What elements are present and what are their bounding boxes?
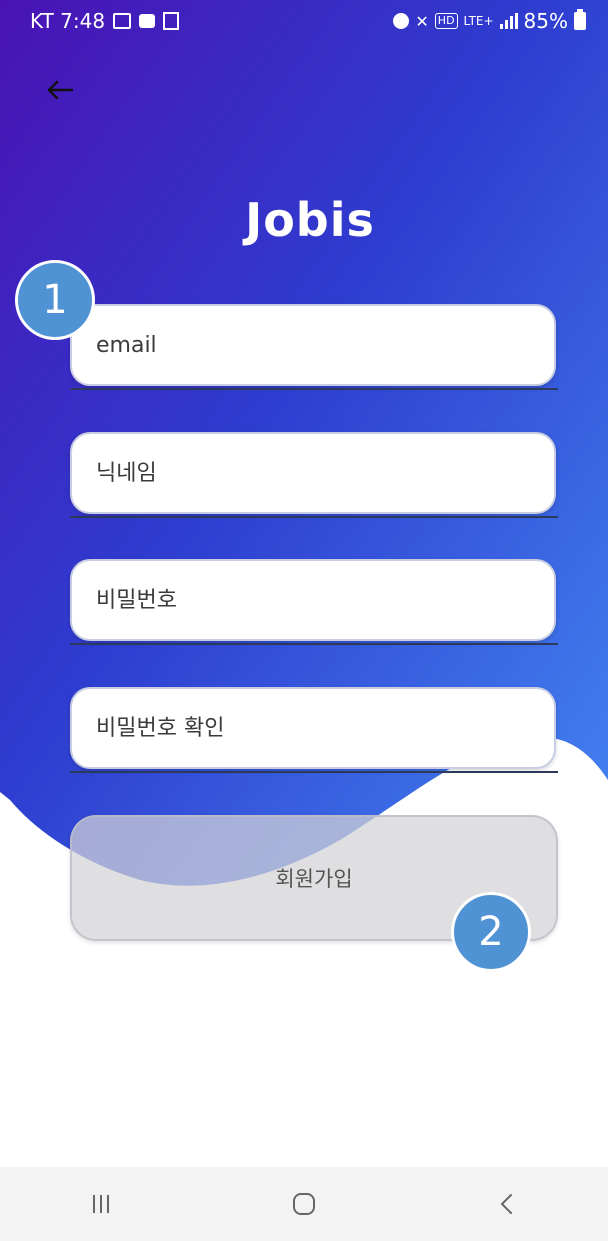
alarm-icon [393, 13, 410, 29]
network-type: LTE+ [463, 14, 494, 28]
recents-icon [93, 1195, 110, 1213]
nickname-input[interactable] [70, 432, 556, 514]
recents-button[interactable] [71, 1179, 131, 1229]
signup-screen: KT 7:48 ✕ HD LTE+ 85% Jobis 회원가입 1 [0, 0, 608, 1241]
home-button[interactable] [274, 1179, 334, 1229]
password-input[interactable] [70, 559, 556, 641]
document-notification-icon [163, 12, 180, 30]
mute-icon: ✕ [415, 11, 429, 31]
nickname-field-wrap [70, 432, 558, 518]
nav-back-icon [500, 1194, 512, 1214]
password-confirm-field-wrap [70, 687, 558, 773]
navigation-bar [0, 1167, 608, 1241]
password-field-wrap [70, 559, 558, 645]
battery-icon [574, 9, 586, 30]
password-confirm-input[interactable] [70, 687, 556, 769]
email-input[interactable] [70, 304, 556, 386]
annotation-badge-1: 1 [15, 260, 95, 340]
signal-icon [499, 13, 518, 29]
chat-notification-icon [139, 14, 156, 28]
arrow-left-icon [47, 80, 73, 100]
battery-percent: 85% [523, 9, 568, 33]
nav-back-button[interactable] [477, 1179, 537, 1229]
status-left: KT 7:48 [30, 9, 180, 33]
home-icon [292, 1193, 315, 1215]
annotation-badge-2: 2 [451, 892, 531, 972]
app-title: Jobis [245, 193, 375, 247]
status-right: ✕ HD LTE+ 85% [393, 9, 586, 33]
gallery-notification-icon [113, 13, 132, 29]
back-button[interactable] [40, 70, 80, 110]
hd-voice-icon: HD [434, 13, 458, 29]
carrier-time: KT 7:48 [30, 9, 106, 33]
status-bar: KT 7:48 ✕ HD LTE+ 85% [0, 0, 608, 40]
email-field-wrap [70, 304, 558, 390]
